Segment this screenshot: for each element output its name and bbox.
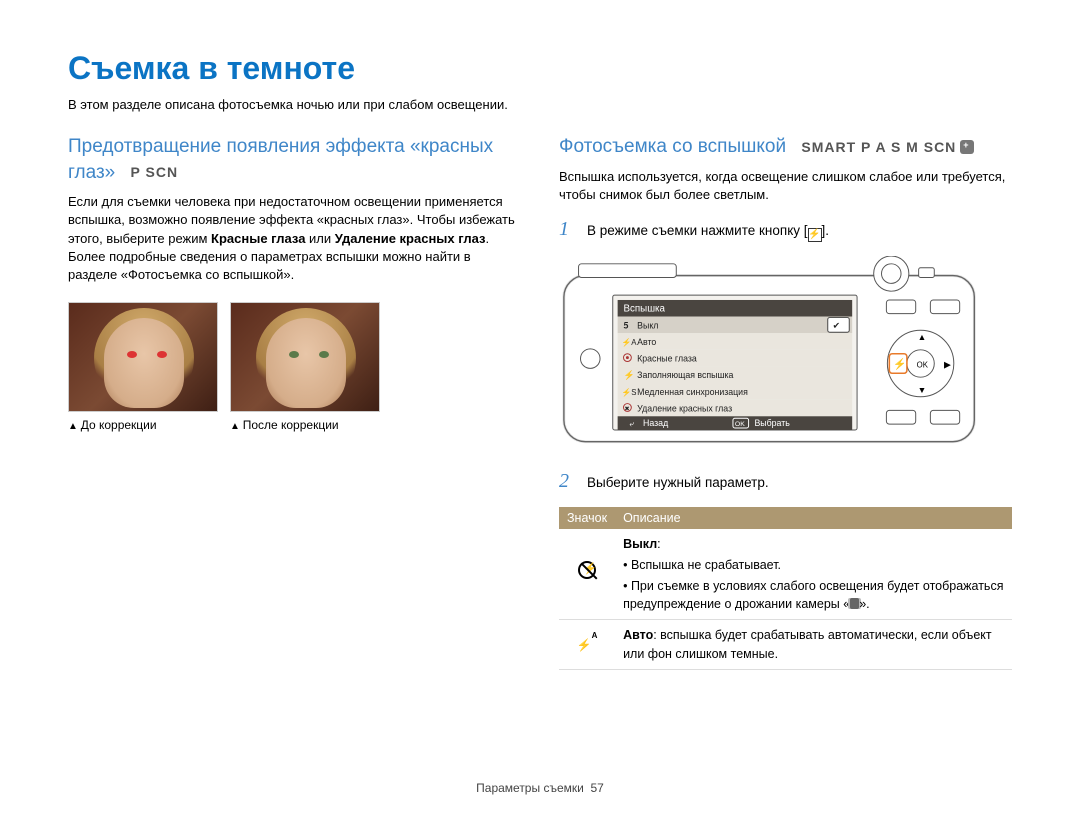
mode-indicator-flash: SMART P A S M SCN bbox=[801, 138, 974, 157]
svg-text:Назад: Назад bbox=[643, 418, 668, 428]
svg-text:Авто: Авто bbox=[637, 336, 656, 346]
flash-button-icon: ⚡ bbox=[808, 228, 822, 242]
left-column: Предотвращение появления эффекта «красны… bbox=[68, 134, 521, 670]
off-icon: ⚡ bbox=[559, 529, 615, 620]
svg-text:▶: ▶ bbox=[944, 359, 951, 369]
svg-text:𝟓: 𝟓 bbox=[624, 320, 629, 330]
camera-svg: Вспышка Выкл 𝟓 ✔ Авто ⚡A Красные глаза З… bbox=[559, 256, 989, 451]
svg-text:⚡: ⚡ bbox=[624, 370, 635, 381]
section-title-flash: Фотосъемка со вспышкой SMART P A S M SCN bbox=[559, 134, 1012, 160]
svg-text:Удаление красных глаз: Удаление красных глаз bbox=[637, 403, 732, 413]
svg-text:Выбрать: Выбрать bbox=[754, 418, 790, 428]
off-description: Выкл: • Вспышка не срабатывает. • При съ… bbox=[615, 529, 1012, 620]
step-number-1: 1 bbox=[559, 218, 577, 241]
svg-text:Выкл: Выкл bbox=[637, 320, 658, 330]
svg-text:OK: OK bbox=[917, 360, 929, 369]
table-row: ⚡A Авто: вспышка будет срабатывать автом… bbox=[559, 620, 1012, 669]
intro-text: В этом разделе описана фотосъемка ночью … bbox=[68, 97, 1012, 112]
auto-icon: ⚡A bbox=[559, 620, 615, 669]
svg-text:Красные глаза: Красные глаза bbox=[637, 353, 697, 363]
shake-icon bbox=[850, 598, 859, 609]
before-photo-block: До коррекции bbox=[68, 302, 218, 432]
page-footer: Параметры съемки 57 bbox=[0, 781, 1080, 795]
scene-mode-icon bbox=[960, 140, 974, 154]
svg-text:✔: ✔ bbox=[833, 320, 840, 330]
menu-title: Вспышка bbox=[624, 303, 666, 314]
caption-before: До коррекции bbox=[68, 418, 218, 432]
section-title-redeye: Предотвращение появления эффекта «красны… bbox=[68, 134, 521, 185]
step-2: 2 Выберите нужный параметр. bbox=[559, 470, 1012, 493]
flash-intro: Вспышка используется, когда освещение сл… bbox=[559, 168, 1012, 204]
content-columns: Предотвращение появления эффекта «красны… bbox=[68, 134, 1012, 670]
mode-indicator: P SCN bbox=[131, 163, 179, 182]
photo-before bbox=[68, 302, 218, 412]
svg-text:⚡S: ⚡S bbox=[622, 386, 637, 396]
step-1-text: В режиме съемки нажмите кнопку [⚡]. bbox=[587, 223, 1012, 242]
step-1: 1 В режиме съемки нажмите кнопку [⚡]. bbox=[559, 218, 1012, 242]
bold-redeye: Красные глаза bbox=[211, 231, 305, 246]
step-2-text: Выберите нужный параметр. bbox=[587, 475, 1012, 490]
table-row: ⚡ Выкл: • Вспышка не срабатывает. • При … bbox=[559, 529, 1012, 620]
after-photo-block: После коррекции bbox=[230, 302, 380, 432]
svg-text:Заполняющая вспышка: Заполняющая вспышка bbox=[637, 370, 733, 380]
auto-description: Авто: вспышка будет срабатывать автомати… bbox=[615, 620, 1012, 669]
caption-after: После коррекции bbox=[230, 418, 380, 432]
bold-remove-redeye: Удаление красных глаз bbox=[335, 231, 486, 246]
right-column: Фотосъемка со вспышкой SMART P A S M SCN… bbox=[559, 134, 1012, 670]
redeye-body: Если для съемки человека при недостаточн… bbox=[68, 193, 521, 284]
svg-text:⚡A: ⚡A bbox=[622, 336, 638, 346]
svg-text:▲: ▲ bbox=[918, 332, 927, 342]
svg-text:Медленная синхронизация: Медленная синхронизация bbox=[637, 386, 748, 396]
flash-options-table: Значок Описание ⚡ Выкл: • Вспышка не сра… bbox=[559, 507, 1012, 670]
page-title: Съемка в темноте bbox=[68, 50, 1012, 87]
th-desc: Описание bbox=[615, 507, 1012, 529]
svg-text:▼: ▼ bbox=[918, 384, 927, 394]
camera-illustration: Вспышка Выкл 𝟓 ✔ Авто ⚡A Красные глаза З… bbox=[559, 256, 1012, 456]
photo-comparison: До коррекции После коррекции bbox=[68, 302, 521, 432]
step-number-2: 2 bbox=[559, 470, 577, 493]
svg-text:OK: OK bbox=[735, 421, 745, 428]
svg-text:⚡: ⚡ bbox=[893, 357, 906, 370]
photo-after bbox=[230, 302, 380, 412]
flash-heading: Фотосъемка со вспышкой bbox=[559, 136, 786, 157]
svg-text:⤶: ⤶ bbox=[629, 419, 634, 428]
th-icon: Значок bbox=[559, 507, 615, 529]
svg-text:✖: ✖ bbox=[624, 405, 629, 412]
